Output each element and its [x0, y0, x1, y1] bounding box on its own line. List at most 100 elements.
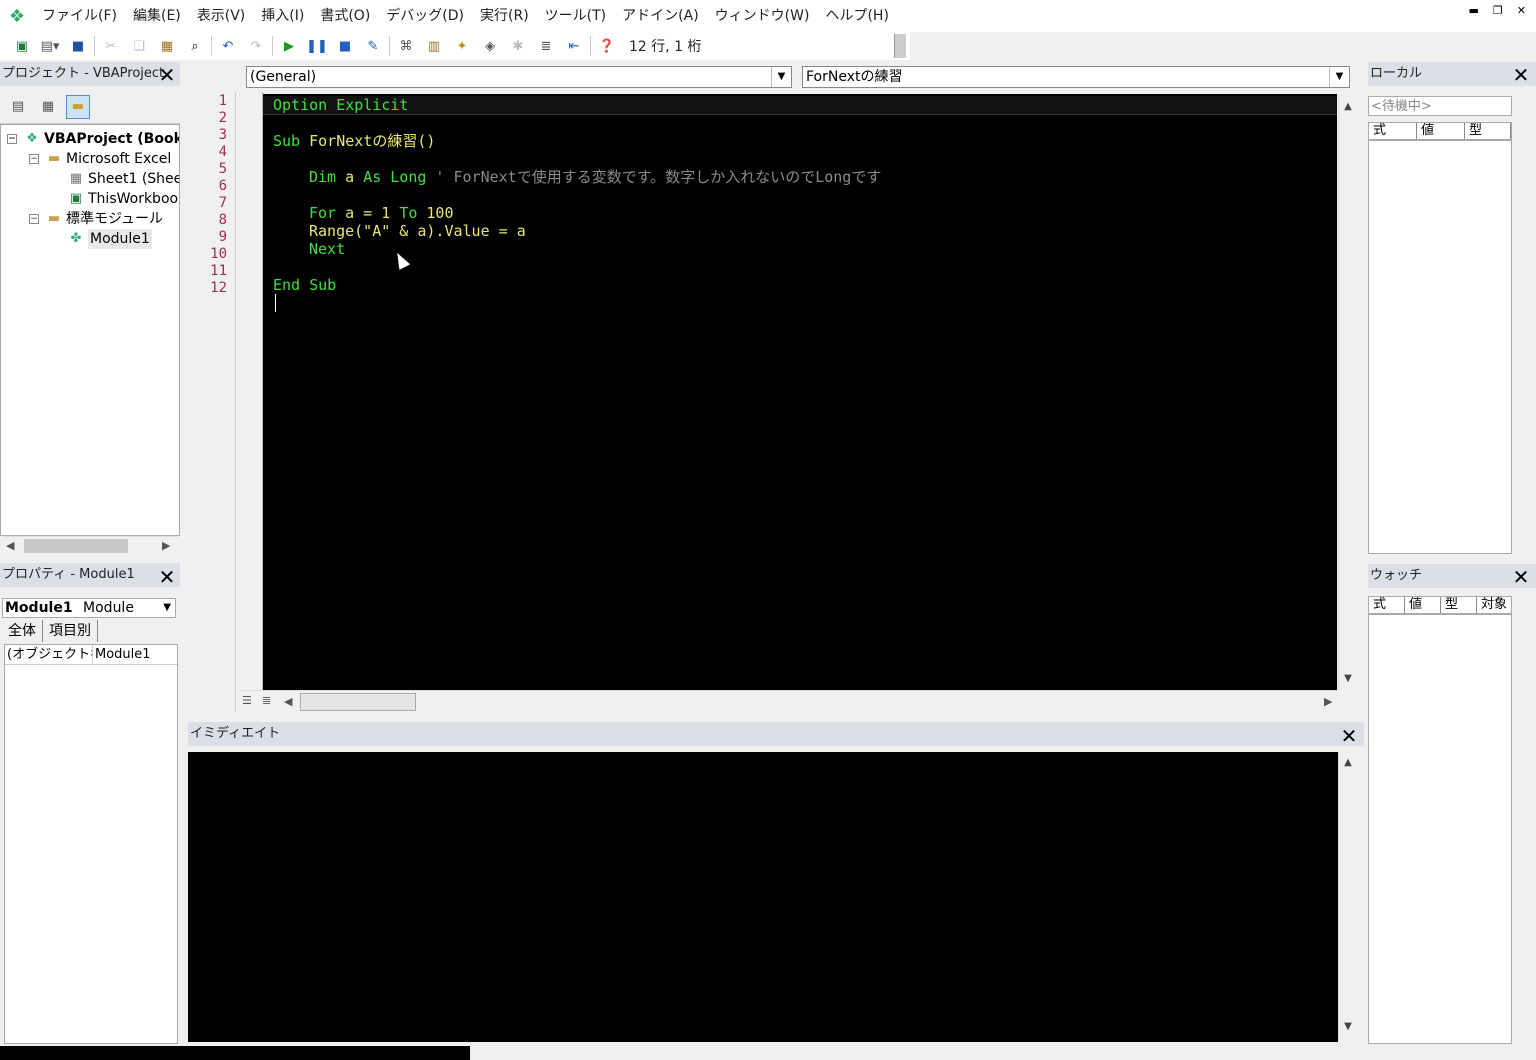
code-editor[interactable]: Option Explicit Sub ForNextの練習() Dim a A…	[263, 94, 1337, 690]
design-mode-icon[interactable]: ✎	[359, 34, 387, 58]
close-icon[interactable]: ✕	[1517, 4, 1526, 17]
toggle-breakpoint-icon[interactable]: ✱	[504, 34, 532, 58]
menu-format[interactable]: 書式(O)	[312, 0, 378, 32]
immediate-close-icon[interactable]: ✕	[1338, 724, 1360, 748]
property-row[interactable]: (オブジェクト名) Module1	[5, 645, 177, 665]
code-line-9[interactable]: Next	[309, 240, 345, 258]
view-code-icon[interactable]: ▤	[6, 95, 30, 119]
help-icon[interactable]: ❓	[593, 34, 621, 58]
watch-list[interactable]	[1368, 614, 1512, 1044]
outdent-icon[interactable]: ⇤	[560, 34, 588, 58]
chevron-down-icon[interactable]: ▼	[163, 599, 171, 617]
scroll-thumb[interactable]	[24, 539, 128, 553]
chevron-down-icon[interactable]: ▼	[771, 67, 791, 87]
code-hscroll[interactable]: ☰ ≣ ◀ ▶	[240, 690, 1338, 712]
immediate-vscroll[interactable]: ▲ ▼	[1338, 752, 1358, 1042]
tree-item-standard-modules[interactable]: − ▬ 標準モジュール	[29, 209, 163, 229]
cut-icon[interactable]: ✂	[97, 34, 125, 58]
toolbar-grip[interactable]	[894, 34, 906, 58]
break-icon[interactable]: ❚❚	[303, 34, 331, 58]
chevron-down-icon[interactable]: ▼	[1329, 67, 1349, 87]
menu-edit[interactable]: 編集(E)	[125, 0, 189, 32]
collapse-icon[interactable]: −	[29, 154, 39, 164]
tree-item-sheet1[interactable]: ▦ Sheet1 (Shee	[67, 169, 179, 189]
scroll-right-icon[interactable]: ▶	[1324, 695, 1332, 708]
tab-alphabetic[interactable]: 全体	[2, 620, 43, 642]
locals-list[interactable]	[1368, 140, 1512, 554]
line-number: 9	[218, 229, 227, 245]
code-line-1[interactable]: Option Explicit	[263, 96, 1337, 115]
menu-tools[interactable]: ツール(T)	[537, 0, 614, 32]
view-object-icon[interactable]: ▦	[36, 95, 60, 119]
insert-module-icon[interactable]: ▤▾	[36, 34, 64, 58]
menu-help[interactable]: ヘルプ(H)	[817, 0, 896, 32]
properties-tabs: 全体 項目別	[2, 620, 98, 642]
line-number: 8	[218, 212, 227, 228]
code-line-11[interactable]: End Sub	[273, 276, 336, 294]
menu-addins[interactable]: アドイン(A)	[614, 0, 707, 32]
procedure-view-icon[interactable]: ☰	[242, 694, 252, 707]
code-vscroll[interactable]: ▲ ▼	[1338, 94, 1358, 690]
run-icon[interactable]: ▶	[275, 34, 303, 58]
line-number: 3	[218, 127, 227, 143]
redo-icon[interactable]: ↷	[242, 34, 270, 58]
code-line-5[interactable]: Dim a As Long ' ForNextで使用する変数です。数字しか入れな…	[309, 168, 881, 186]
scroll-down-icon[interactable]: ▼	[1339, 1018, 1357, 1036]
tree-item-module1[interactable]: ✤ Module1	[67, 229, 152, 249]
toolbar-separator	[94, 36, 95, 56]
locals-close-icon[interactable]: ✕	[1510, 63, 1532, 87]
tree-item-vbaproject[interactable]: − ❖ VBAProject (Book	[7, 129, 179, 149]
project-explorer-icon[interactable]: ⌘	[392, 34, 420, 58]
project-close-icon[interactable]: ✕	[156, 63, 178, 87]
tree-item-thisworkbook[interactable]: ▣ ThisWorkboo	[67, 189, 178, 209]
paste-icon[interactable]: ▦	[153, 34, 181, 58]
minimize-icon[interactable]: ▬	[1469, 4, 1479, 17]
reset-icon[interactable]: ■	[331, 34, 359, 58]
procedure-combo[interactable]: ForNextの練習 ▼	[802, 66, 1350, 88]
folder-icon: ▬	[47, 151, 61, 166]
tree-item-excel-objects[interactable]: − ▬ Microsoft Excel	[29, 149, 171, 169]
properties-window-icon[interactable]: ▥	[420, 34, 448, 58]
copy-icon[interactable]: ❏	[125, 34, 153, 58]
tab-categorized[interactable]: 項目別	[43, 620, 98, 642]
menu-insert[interactable]: 挿入(I)	[253, 0, 312, 32]
view-excel-icon[interactable]: ▣	[8, 34, 36, 58]
scroll-left-icon[interactable]: ◀	[284, 695, 292, 708]
project-icon: ❖	[26, 131, 38, 146]
toolbar-separator	[211, 36, 212, 56]
menu-window[interactable]: ウィンドウ(W)	[707, 0, 818, 32]
scroll-down-icon[interactable]: ▼	[1339, 670, 1357, 688]
save-icon[interactable]: ■	[64, 34, 92, 58]
collapse-icon[interactable]: −	[29, 214, 39, 224]
toolbox-icon[interactable]: ◈	[476, 34, 504, 58]
menu-file[interactable]: ファイル(F)	[34, 0, 125, 32]
immediate-window[interactable]	[188, 752, 1338, 1042]
watch-close-icon[interactable]: ✕	[1510, 565, 1532, 589]
code-line-7[interactable]: For a = 1 To 100	[309, 204, 454, 222]
margin-indicator-bar[interactable]	[238, 92, 263, 692]
scroll-up-icon[interactable]: ▲	[1339, 98, 1357, 116]
menu-view[interactable]: 表示(V)	[189, 0, 254, 32]
full-module-view-icon[interactable]: ≣	[262, 694, 271, 707]
properties-close-icon[interactable]: ✕	[156, 565, 178, 589]
undo-icon[interactable]: ↶	[214, 34, 242, 58]
object-combo[interactable]: (General) ▼	[246, 66, 792, 88]
vba-app-icon[interactable]: ❖	[0, 0, 34, 32]
restore-icon[interactable]: ❐	[1493, 4, 1503, 17]
find-icon[interactable]: ⌕	[181, 34, 209, 58]
menu-run[interactable]: 実行(R)	[472, 0, 537, 32]
object-browser-icon[interactable]: ✦	[448, 34, 476, 58]
indent-icon[interactable]: ≣	[532, 34, 560, 58]
scroll-up-icon[interactable]: ▲	[1339, 754, 1357, 772]
toggle-folders-icon[interactable]: ▬	[66, 94, 90, 119]
line-number: 2	[218, 110, 227, 126]
menu-debug[interactable]: デバッグ(D)	[378, 0, 472, 32]
properties-object-combo[interactable]: Module1 Module ▼	[2, 598, 176, 618]
code-line-3[interactable]: Sub ForNextの練習()	[273, 132, 435, 150]
project-hscroll[interactable]: ◀ ▶	[2, 536, 178, 554]
scroll-right-icon[interactable]: ▶	[162, 539, 170, 552]
scroll-thumb[interactable]	[300, 693, 416, 711]
scroll-left-icon[interactable]: ◀	[6, 539, 14, 552]
code-line-8[interactable]: Range("A" & a).Value = a	[309, 222, 526, 240]
collapse-icon[interactable]: −	[7, 134, 17, 144]
